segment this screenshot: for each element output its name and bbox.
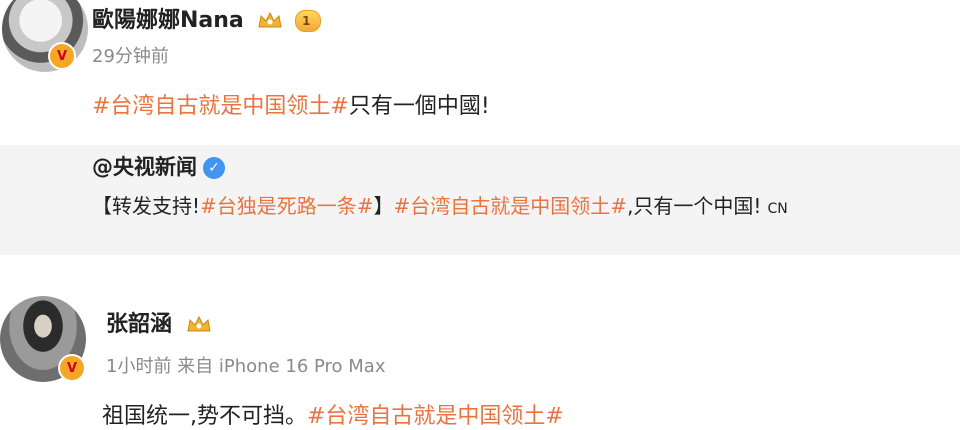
author-name-text: 张韶涵 [106, 312, 173, 337]
author-name[interactable]: 歐陽娜娜Nana 1 [92, 2, 322, 34]
crown-icon [187, 315, 211, 332]
author-name-text: 歐陽娜娜Nana [92, 8, 244, 33]
avatar-image [2, 0, 88, 72]
hashtag-link[interactable]: #台独是死路一条# [200, 194, 374, 218]
verified-badge-icon: V [58, 354, 86, 382]
repost-text: 【转发支持!#台独是死路一条#】#台湾自古就是中国领土#,只有一个中国! CN [92, 190, 788, 219]
post-text: #台湾自古就是中国领土#只有一個中國! [92, 88, 490, 120]
crown-icon [258, 11, 283, 28]
repost-author[interactable]: @央视新闻 ✓ [92, 151, 225, 181]
repost-text-part3: ,只有一个中国! [627, 194, 762, 218]
repost-text-part1: 【转发支持! [92, 194, 201, 218]
hashtag-link[interactable]: #台湾自古就是中国领土# [307, 404, 564, 429]
divider [0, 255, 960, 280]
repost-card[interactable]: @央视新闻 ✓ 【转发支持!#台独是死路一条#】#台湾自古就是中国领土#,只有一个… [0, 145, 960, 255]
author-name[interactable]: 张韶涵 [106, 306, 212, 338]
hashtag-link[interactable]: #台湾自古就是中国领土# [92, 94, 349, 119]
hashtag-link[interactable]: #台湾自古就是中国领土# [394, 194, 628, 218]
repost-text-part2: 】 [373, 194, 394, 218]
post-text: 祖国统一,势不可挡。#台湾自古就是中国领土# [102, 398, 564, 430]
post-text-rest: 只有一個中國! [348, 94, 490, 119]
verified-badge-icon: V [48, 42, 76, 70]
avatar[interactable]: V [2, 0, 88, 72]
repost-author-text: @央视新闻 [92, 155, 197, 179]
post-time: 1小时前 来自 iPhone 16 Pro Max [106, 356, 386, 377]
post-nana: V 歐陽娜娜Nana 1 29分钟前 #台湾自古就是中国领土#只有一個中國! [0, 0, 960, 145]
post-time: 29分钟前 [92, 46, 169, 67]
avatar[interactable]: V [0, 296, 86, 382]
repost-suffix: CN [767, 201, 788, 217]
level-badge: 1 [295, 10, 322, 32]
blue-verified-icon: ✓ [203, 157, 225, 179]
post-text-rest: 祖国统一,势不可挡。 [102, 404, 307, 429]
